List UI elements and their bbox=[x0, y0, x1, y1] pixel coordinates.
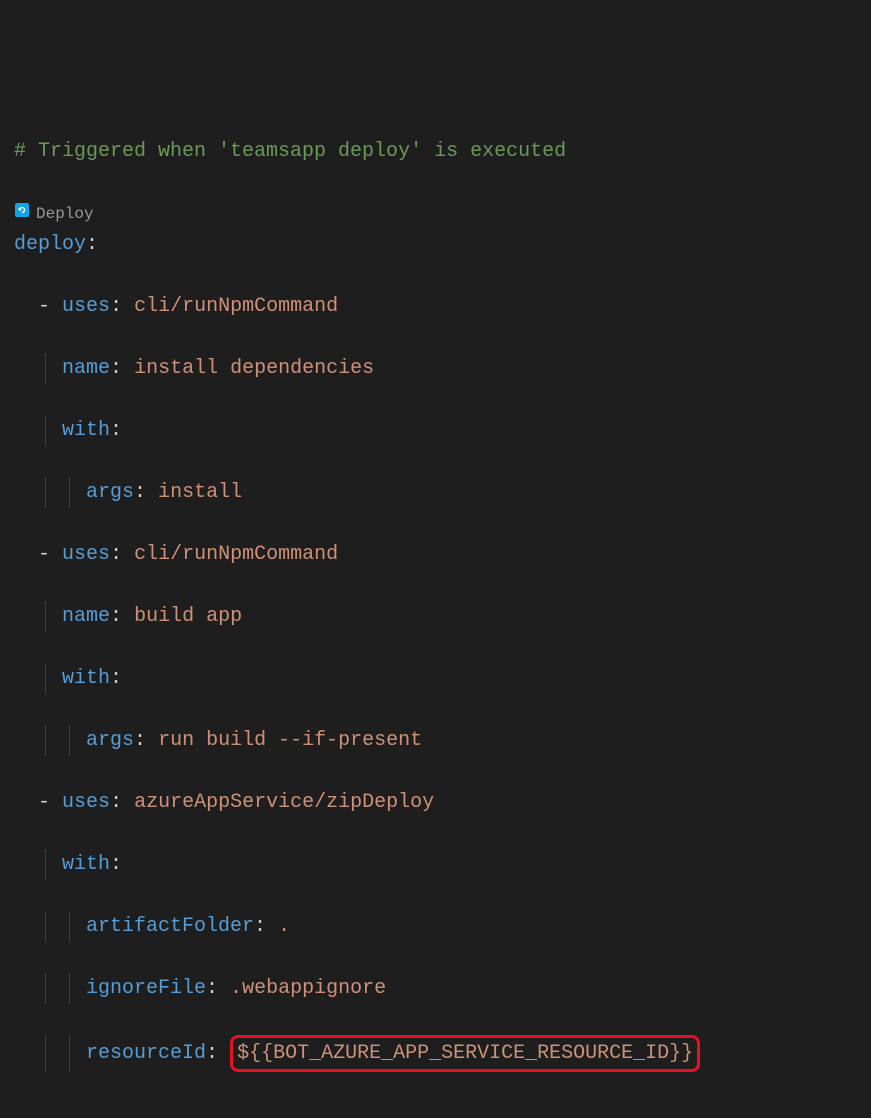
step-2-with-line: with: bbox=[14, 849, 857, 880]
step-1-uses-line: - uses: cli/runNpmCommand bbox=[14, 539, 857, 570]
comment-text: # Triggered when 'teamsapp deploy' is ex… bbox=[14, 140, 566, 163]
uses-key: uses bbox=[62, 543, 110, 566]
deploy-key-line: deploy: bbox=[14, 229, 857, 260]
step-0-args: install bbox=[158, 481, 242, 504]
comment-line: # Triggered when 'teamsapp deploy' is ex… bbox=[14, 136, 857, 167]
ignoreFile-key: ignoreFile bbox=[86, 977, 206, 1000]
step-2-uses-line: - uses: azureAppService/zipDeploy bbox=[14, 787, 857, 818]
step-1-name: build app bbox=[134, 605, 242, 628]
deploy-key: deploy bbox=[14, 233, 86, 256]
with-key: with bbox=[62, 419, 110, 442]
step-0-name-line: name: install dependencies bbox=[14, 353, 857, 384]
step-2-ignore: .webappignore bbox=[230, 977, 386, 1000]
resourceId-key: resourceId bbox=[86, 1042, 206, 1065]
uses-key: uses bbox=[62, 791, 110, 814]
step-2-artifact-line: artifactFolder: . bbox=[14, 911, 857, 942]
step-1-with-line: with: bbox=[14, 663, 857, 694]
step-2-ignore-line: ignoreFile: .webappignore bbox=[14, 973, 857, 1004]
step-0-uses: cli/runNpmCommand bbox=[134, 295, 338, 318]
name-key: name bbox=[62, 605, 110, 628]
step-1-args: run build --if-present bbox=[158, 729, 422, 752]
step-2-artifact: . bbox=[278, 915, 290, 938]
step-0-args-line: args: install bbox=[14, 477, 857, 508]
name-key: name bbox=[62, 357, 110, 380]
step-0-name: install dependencies bbox=[134, 357, 374, 380]
step-0-with-line: with: bbox=[14, 415, 857, 446]
uses-key: uses bbox=[62, 295, 110, 318]
args-key: args bbox=[86, 729, 134, 752]
refresh-icon bbox=[14, 202, 30, 227]
step-1-name-line: name: build app bbox=[14, 601, 857, 632]
with-key: with bbox=[62, 853, 110, 876]
step-1-args-line: args: run build --if-present bbox=[14, 725, 857, 756]
step-1-uses: cli/runNpmCommand bbox=[134, 543, 338, 566]
codelens-deploy[interactable]: Deploy bbox=[14, 202, 94, 227]
args-key: args bbox=[86, 481, 134, 504]
step-2-uses: azureAppService/zipDeploy bbox=[134, 791, 434, 814]
codelens-label: Deploy bbox=[36, 202, 94, 227]
step-0-uses-line: - uses: cli/runNpmCommand bbox=[14, 291, 857, 322]
highlighted-resource-id: ${{BOT_AZURE_APP_SERVICE_RESOURCE_ID}} bbox=[230, 1035, 700, 1072]
artifactFolder-key: artifactFolder bbox=[86, 915, 254, 938]
with-key: with bbox=[62, 667, 110, 690]
step-2-resource-line: resourceId: ${{BOT_AZURE_APP_SERVICE_RES… bbox=[14, 1035, 857, 1072]
